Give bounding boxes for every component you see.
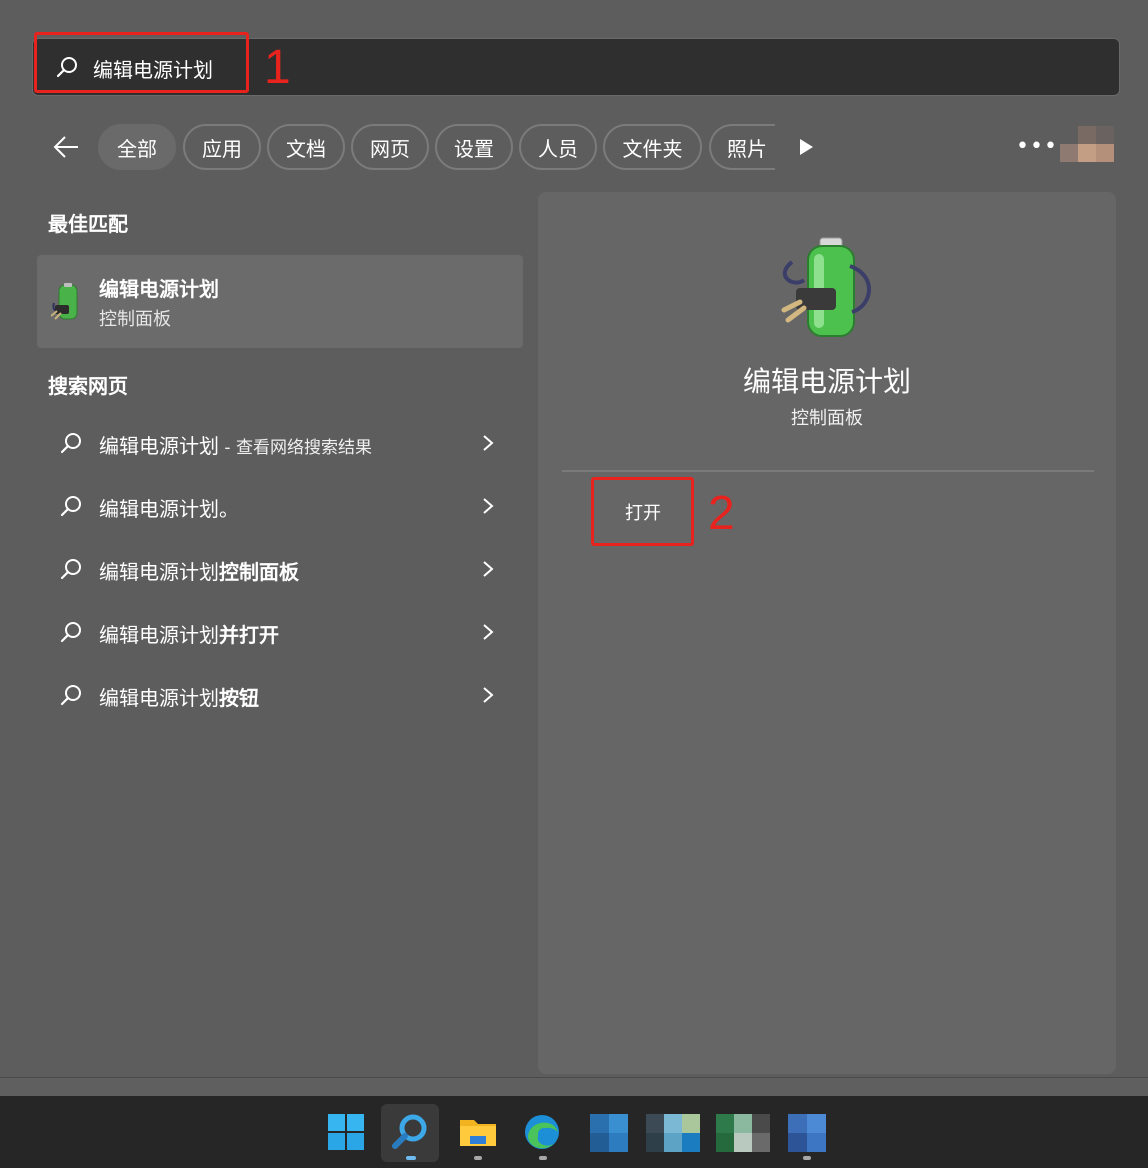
- detail-pane: 编辑电源计划 控制面板 打开: [538, 192, 1116, 1074]
- chevron-right-icon: [483, 624, 494, 640]
- app-icon[interactable]: [788, 1114, 826, 1152]
- tab-people[interactable]: 人员: [519, 124, 597, 170]
- search-icon: [60, 433, 81, 454]
- search-icon: [60, 685, 81, 706]
- tab-photos[interactable]: 照片: [709, 124, 775, 170]
- file-explorer-icon[interactable]: [458, 1112, 498, 1152]
- annotation-number-1: 1: [264, 41, 291, 94]
- taskbar-running-indicator: [539, 1156, 547, 1160]
- tab-apps[interactable]: 应用: [183, 124, 261, 170]
- taskbar-running-indicator: [474, 1156, 482, 1160]
- web-search-heading: 搜索网页: [48, 374, 128, 398]
- taskbar-running-indicator: [406, 1156, 416, 1160]
- app-icon[interactable]: [716, 1114, 770, 1152]
- more-options-icon[interactable]: •••: [1016, 134, 1058, 159]
- search-icon: [60, 559, 81, 580]
- taskbar: [0, 1096, 1148, 1168]
- search-icon: [60, 622, 81, 643]
- annotation-box-1: [34, 32, 249, 93]
- scroll-right-icon[interactable]: [800, 139, 813, 155]
- detail-title: 编辑电源计划: [742, 365, 911, 398]
- best-match-subtitle: 控制面板: [99, 309, 171, 330]
- edge-browser-icon[interactable]: [522, 1112, 562, 1152]
- chevron-right-icon: [483, 561, 494, 577]
- list-item[interactable]: 编辑电源计划 - 查看网络搜索结果: [37, 413, 523, 473]
- filter-bar: 全部 应用 文档 网页 设置 人员 文件夹 照片 •••: [0, 124, 1148, 172]
- tab-documents[interactable]: 文档: [267, 124, 345, 170]
- annotation-number-2: 2: [708, 487, 735, 540]
- divider: [562, 470, 1094, 472]
- list-item[interactable]: 编辑电源计划。: [37, 476, 523, 536]
- chevron-right-icon: [483, 435, 494, 451]
- power-plan-battery-icon: [51, 283, 78, 320]
- annotation-box-2: [591, 477, 694, 546]
- chevron-right-icon: [483, 687, 494, 703]
- arrow-left-icon[interactable]: [52, 134, 80, 160]
- taskbar-running-indicator: [803, 1156, 811, 1160]
- windows-start-icon[interactable]: [326, 1112, 366, 1152]
- tab-all[interactable]: 全部: [98, 124, 176, 170]
- app-icon[interactable]: [590, 1114, 628, 1152]
- search-icon: [60, 496, 81, 517]
- app-icon[interactable]: [646, 1114, 700, 1152]
- best-match-heading: 最佳匹配: [48, 212, 128, 236]
- list-item[interactable]: 编辑电源计划控制面板: [37, 539, 523, 599]
- best-match-title: 编辑电源计划: [99, 277, 219, 301]
- search-icon[interactable]: [390, 1112, 430, 1152]
- detail-subtitle: 控制面板: [791, 408, 863, 429]
- start-search-panel: 编辑电源计划 1 全部 应用 文档 网页 设置 人员 文件夹 照片 ••• 最佳…: [0, 0, 1148, 1078]
- power-plan-battery-icon: [781, 237, 871, 337]
- list-item[interactable]: 编辑电源计划并打开: [37, 602, 523, 662]
- tab-web[interactable]: 网页: [351, 124, 429, 170]
- list-item[interactable]: 编辑电源计划按钮: [37, 665, 523, 725]
- best-match-item[interactable]: 编辑电源计划 控制面板: [37, 255, 523, 348]
- tab-settings[interactable]: 设置: [435, 124, 513, 170]
- tab-folders[interactable]: 文件夹: [603, 124, 702, 170]
- chevron-right-icon: [483, 498, 494, 514]
- avatar[interactable]: [1060, 126, 1114, 162]
